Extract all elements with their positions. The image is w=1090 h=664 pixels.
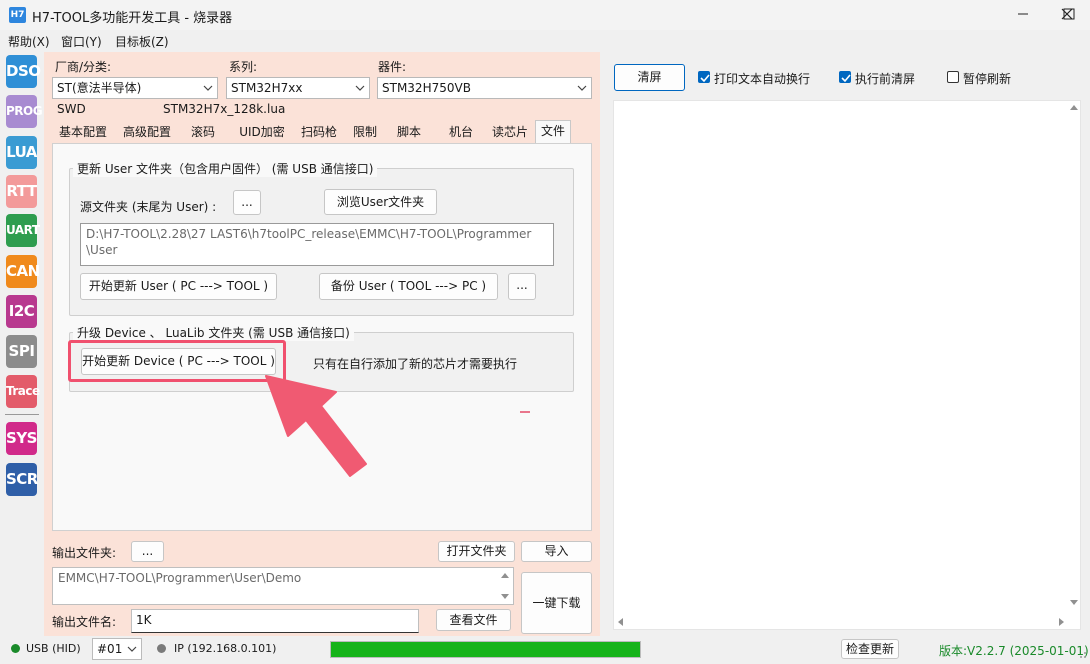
- output-path-field[interactable]: EMMC\H7-TOOL\Programmer\User\Demo: [52, 567, 514, 605]
- lua-file-text: STM32H7x_128k.lua: [163, 102, 286, 116]
- close-icon: [1061, 8, 1073, 20]
- interface-text: SWD: [57, 102, 86, 116]
- source-path-line2: \User: [86, 243, 118, 257]
- device-label: 器件:: [378, 60, 407, 74]
- start-update-device-button[interactable]: 开始更新 Device ( PC ---> TOOL ): [81, 348, 276, 375]
- port-value: #01: [97, 642, 123, 656]
- tab-uid-encrypt[interactable]: UID加密: [233, 122, 291, 144]
- tool-i2c-button[interactable]: I2C: [6, 295, 37, 328]
- check-update-button[interactable]: 检查更新: [841, 639, 899, 659]
- tab-rolling-code[interactable]: 滚码: [183, 122, 223, 144]
- tab-script[interactable]: 脚本: [390, 122, 428, 144]
- device-select[interactable]: STM32H750VB: [377, 77, 592, 99]
- resize-grip-icon[interactable]: [1076, 650, 1088, 662]
- vendor-select[interactable]: ST(意法半导体): [52, 77, 218, 99]
- ip-status-dot: [157, 644, 166, 653]
- ip-status-label: IP (192.168.0.101): [174, 642, 277, 655]
- clear-screen-button[interactable]: 清屏: [614, 64, 685, 91]
- source-path-line1: D:\H7-TOOL\2.28\27 LAST6\h7toolPC_releas…: [86, 227, 532, 241]
- pause-refresh-checkbox[interactable]: [947, 71, 959, 83]
- vendor-label: 厂商/分类:: [55, 60, 112, 74]
- output-filename-input[interactable]: 1K: [131, 609, 419, 633]
- tool-scr-button[interactable]: SCR: [6, 463, 38, 496]
- minimize-button[interactable]: [1000, 0, 1046, 30]
- source-path-field[interactable]: D:\H7-TOOL\2.28\27 LAST6\h7toolPC_releas…: [80, 223, 554, 266]
- menu-bar: 帮助(X) 窗口(Y) 目标板(Z): [0, 30, 1090, 52]
- port-select[interactable]: #01: [92, 638, 142, 660]
- device-group-title: 升级 Device 、 LuaLib 文件夹 (需 USB 通信接口): [73, 324, 354, 341]
- tab-advanced-config[interactable]: 高级配置: [117, 122, 177, 144]
- app-window: H7 H7-TOOL多功能开发工具 - 烧录器 帮助(X) 窗口(Y) 目标板(…: [0, 0, 1090, 664]
- import-button[interactable]: 导入: [521, 541, 592, 562]
- pointer-arrow-icon: [265, 375, 367, 477]
- series-label: 系列:: [229, 60, 258, 74]
- series-select[interactable]: STM32H7xx: [226, 77, 370, 99]
- chevron-down-icon: [355, 85, 365, 91]
- version-label: 版本:V2.2.7 (2025-01-01): [939, 644, 1089, 658]
- tool-dso-button[interactable]: DSO: [6, 55, 41, 88]
- menu-help[interactable]: 帮助(X): [8, 33, 50, 50]
- small-marker-icon: [520, 411, 530, 413]
- usb-status-dot: [11, 644, 20, 653]
- tool-can-button[interactable]: CAN: [6, 255, 40, 288]
- tool-trace-button[interactable]: Trace: [6, 375, 40, 408]
- toolbar-divider: [5, 414, 39, 415]
- source-folder-dots-button[interactable]: ...: [233, 190, 261, 215]
- tab-read-chip[interactable]: 读芯片: [486, 122, 534, 144]
- progress-bar: [330, 641, 641, 658]
- browse-user-folder-button[interactable]: 浏览User文件夹: [324, 189, 437, 215]
- check-icon: [841, 74, 851, 83]
- tab-scanner[interactable]: 扫码枪: [296, 122, 342, 144]
- tab-file[interactable]: 文件: [535, 120, 571, 144]
- source-folder-label: 源文件夹 (末尾为 User) :: [80, 200, 217, 214]
- log-output-area[interactable]: [613, 100, 1081, 630]
- output-folder-label: 输出文件夹:: [52, 546, 117, 560]
- output-filename-label: 输出文件名:: [52, 615, 117, 629]
- usb-status-label: USB (HID): [26, 642, 81, 655]
- title-bar: H7 H7-TOOL多功能开发工具 - 烧录器: [0, 0, 1090, 30]
- output-folder-dots-button[interactable]: ...: [131, 541, 164, 562]
- tool-sys-button[interactable]: SYS: [6, 422, 37, 455]
- close-button[interactable]: [1044, 0, 1090, 30]
- tool-lua-button[interactable]: LUA: [6, 136, 37, 169]
- window-title: H7-TOOL多功能开发工具 - 烧录器: [32, 11, 233, 26]
- clear-before-run-label: 执行前清屏: [855, 72, 916, 86]
- check-icon: [700, 74, 710, 83]
- progress-fill: [331, 642, 640, 657]
- start-update-user-button[interactable]: 开始更新 User ( PC ---> TOOL ): [80, 273, 277, 300]
- menu-window[interactable]: 窗口(Y): [61, 33, 102, 50]
- backup-user-button[interactable]: 备份 User ( TOOL ---> PC ): [319, 273, 498, 300]
- vendor-value: ST(意法半导体): [57, 81, 142, 95]
- auto-wrap-label: 打印文本自动换行: [714, 72, 811, 86]
- tab-basic-config[interactable]: 基本配置: [53, 122, 113, 144]
- output-filename-value: 1K: [136, 613, 152, 627]
- chevron-down-icon: [127, 646, 137, 652]
- chevron-down-icon: [577, 85, 587, 91]
- tool-spi-button[interactable]: SPI: [6, 335, 37, 368]
- clear-before-run-checkbox[interactable]: [839, 71, 851, 83]
- log-vertical-scrollbar[interactable]: [1068, 100, 1080, 616]
- minimize-icon: [1018, 13, 1028, 15]
- tool-prog-button[interactable]: PROG: [6, 95, 43, 128]
- log-horizontal-scrollbar[interactable]: [613, 616, 1081, 628]
- output-path-text: EMMC\H7-TOOL\Programmer\User\Demo: [58, 571, 302, 585]
- tool-rtt-button[interactable]: RTT: [6, 175, 37, 208]
- tool-uart-button[interactable]: UART: [6, 214, 40, 247]
- menu-target-board[interactable]: 目标板(Z): [115, 33, 169, 50]
- open-folder-button[interactable]: 打开文件夹: [438, 541, 515, 562]
- tab-limit[interactable]: 限制: [347, 122, 383, 144]
- device-value: STM32H750VB: [382, 81, 471, 95]
- pause-refresh-label: 暂停刷新: [963, 72, 1012, 86]
- view-file-button[interactable]: 查看文件: [436, 609, 511, 631]
- series-value: STM32H7xx: [231, 81, 303, 95]
- chevron-down-icon: [203, 85, 213, 91]
- backup-dots-button[interactable]: ...: [508, 273, 536, 300]
- app-icon: H7: [9, 7, 26, 23]
- one-click-download-button[interactable]: 一键下载: [521, 572, 592, 634]
- output-path-scrollbar[interactable]: [498, 568, 512, 604]
- auto-wrap-checkbox[interactable]: [698, 71, 710, 83]
- tab-machine[interactable]: 机台: [441, 122, 481, 144]
- user-group-title: 更新 User 文件夹（包含用户固件） (需 USB 通信接口): [73, 160, 378, 177]
